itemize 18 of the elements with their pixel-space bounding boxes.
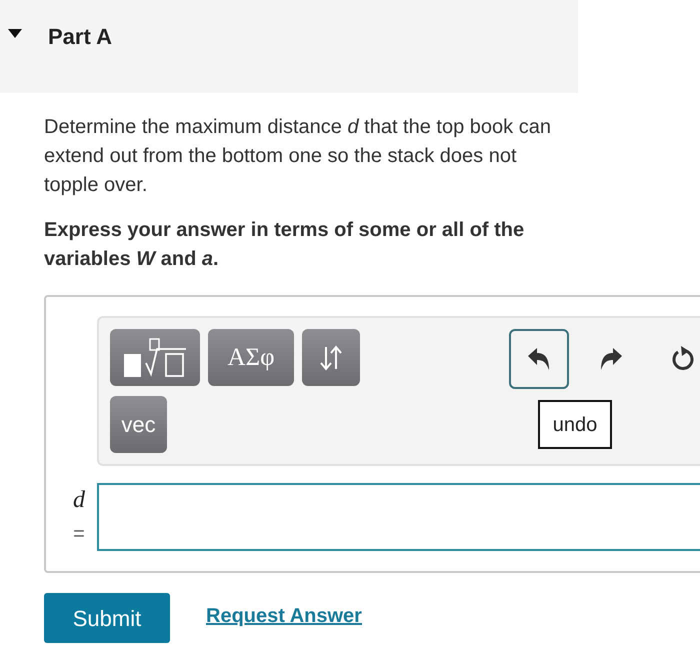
instruction-text: Express your answer in terms of some or all of the variables W and a. [44, 218, 526, 272]
request-answer-link[interactable]: Request Answer [206, 601, 362, 631]
tooltip: undo [538, 400, 612, 449]
redo-icon [598, 346, 624, 372]
arrows-button[interactable] [302, 329, 360, 386]
vec-button[interactable]: vec [110, 396, 167, 453]
question-text: Determine the maximum distance d that the top book can extend out from the bottom one so the stack does not topple over. [44, 115, 552, 198]
templates-button[interactable] [110, 329, 200, 386]
part-title[interactable]: Part A [48, 20, 112, 53]
symbol-button[interactable]: ΑΣφ [208, 329, 294, 386]
undo-icon [526, 346, 552, 372]
answer-field[interactable] [97, 483, 700, 551]
variable-label: d [73, 486, 85, 515]
collapse-caret-icon[interactable] [8, 29, 22, 38]
undo-button[interactable] [509, 329, 569, 389]
up-down-arrows-icon [318, 342, 344, 372]
submit-button[interactable]: Submit [44, 593, 170, 643]
equals-sign: = [73, 522, 85, 547]
